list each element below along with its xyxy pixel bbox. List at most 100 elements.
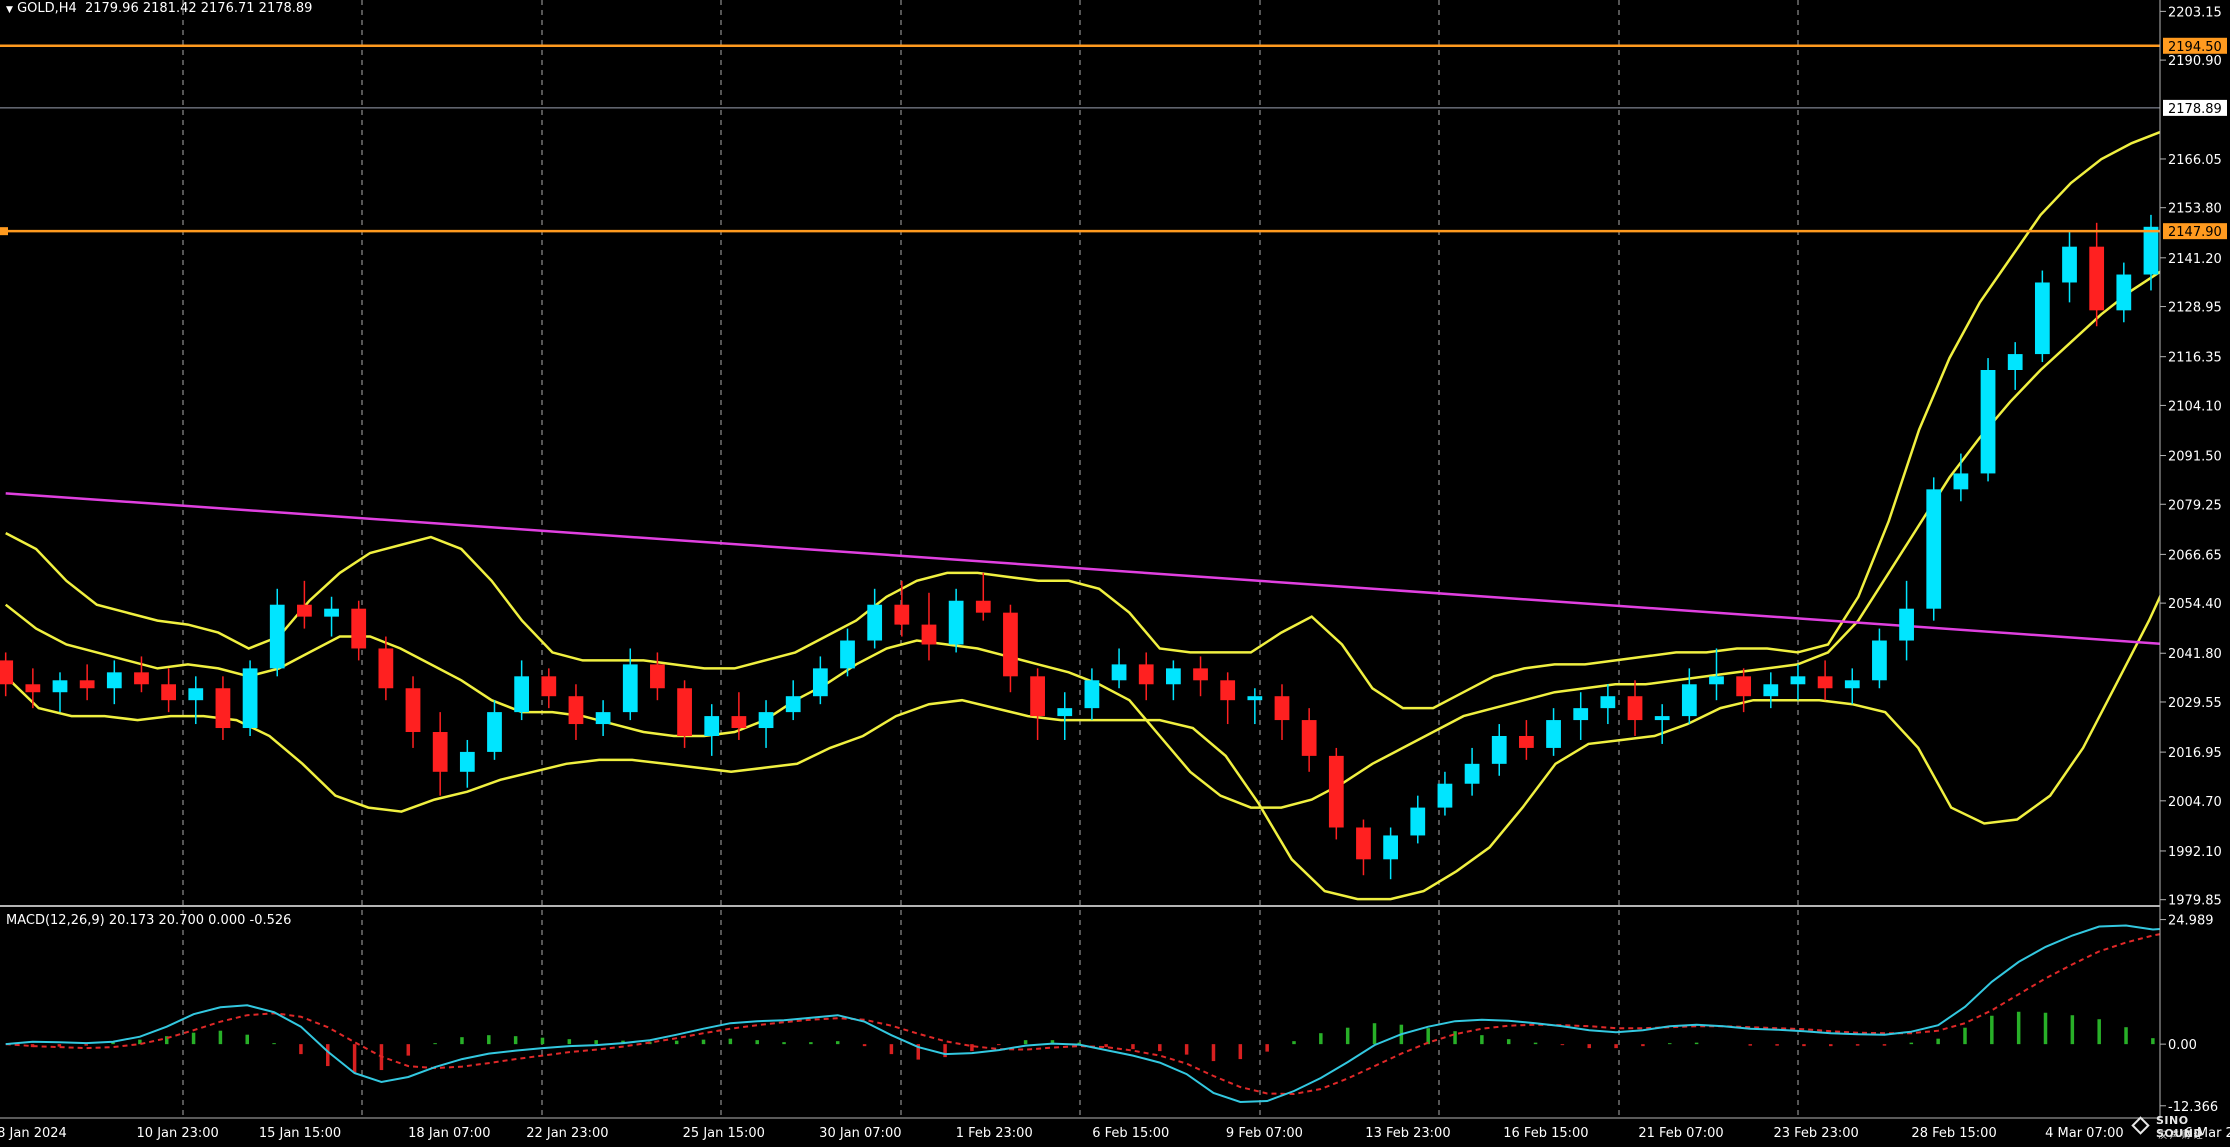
macd-tick-label: -12.366 (2168, 1100, 2218, 1115)
candle (1980, 358, 1996, 482)
candle-body (568, 696, 584, 725)
ohlc-close: 2178.89 (258, 1, 313, 16)
candle (1763, 672, 1779, 709)
level-handle (0, 227, 8, 236)
candle (975, 572, 991, 621)
candle (2007, 342, 2023, 390)
candle (568, 684, 584, 740)
candle (1491, 724, 1507, 776)
candle-body (921, 624, 937, 645)
candle (867, 588, 883, 649)
candle-body (704, 716, 720, 736)
ohlc-open: 2179.96 (84, 1, 139, 16)
candle-body (25, 684, 41, 693)
candle (921, 592, 937, 661)
price-tick-label: 2203.15 (2168, 5, 2222, 20)
candle (52, 672, 68, 713)
candle-body (1627, 696, 1643, 721)
candle (79, 664, 95, 701)
candle-body (812, 668, 828, 697)
candles (0, 147, 2230, 880)
candle-body (459, 751, 475, 772)
candle-body (785, 696, 801, 713)
candle (1328, 747, 1344, 840)
candle-body (1546, 720, 1561, 748)
candle-body (269, 604, 285, 669)
macd-tick-label: 24.989 (2168, 914, 2214, 929)
candle (1220, 672, 1236, 725)
candle-body (1301, 720, 1317, 756)
candle (161, 668, 177, 713)
candle (1464, 747, 1480, 796)
time-tick-label: 15 Jan 15:00 (259, 1126, 341, 1141)
candle (1057, 692, 1073, 740)
candle (2034, 270, 2050, 363)
time-tick-label: 18 Jan 07:00 (408, 1126, 490, 1141)
level-price-label: 2147.90 (2168, 225, 2222, 240)
candle (351, 600, 367, 661)
candle-body (731, 716, 747, 729)
watermark-logo-icon (2131, 1116, 2150, 1135)
price-tick-label: 2116.35 (2168, 351, 2222, 366)
candle (1410, 795, 1426, 844)
candle (1790, 664, 1806, 701)
candle (106, 660, 122, 705)
price-axis-background (2160, 0, 2230, 1147)
candle-body (242, 668, 258, 729)
candle (1899, 580, 1914, 661)
candle-body (378, 648, 394, 689)
candle-body (297, 604, 312, 617)
candle-body (1491, 735, 1507, 764)
candle (1926, 477, 1942, 621)
candle-body (948, 600, 964, 645)
current-price-label: 2178.89 (2168, 102, 2222, 117)
price-tick-label: 2128.95 (2168, 301, 2222, 316)
candle-body (1736, 676, 1752, 697)
time-tick-label: 1 Feb 23:00 (956, 1126, 1033, 1141)
candle-body (106, 672, 122, 689)
signal-value: 20.700 (158, 913, 205, 928)
candle (840, 628, 855, 677)
dropdown-triangle-icon[interactable]: ▼ (6, 5, 13, 15)
candle-body (1356, 827, 1371, 860)
ohlc-low: 2176.71 (200, 1, 255, 16)
candle (758, 700, 774, 748)
candle-body (1383, 835, 1399, 860)
candle-body (2089, 246, 2105, 311)
candle (324, 596, 339, 637)
price-tick-label: 2079.25 (2168, 498, 2222, 513)
candle-body (134, 672, 149, 685)
candle-body (758, 712, 774, 729)
candle-body (1763, 684, 1779, 697)
candle-body (351, 608, 367, 649)
candle (1301, 708, 1317, 772)
candle-body (1872, 640, 1887, 681)
price-tick-label: 2054.40 (2168, 597, 2222, 612)
candle-body (161, 684, 177, 701)
time-tick-label: 25 Jan 15:00 (683, 1126, 765, 1141)
candle-body (650, 664, 665, 689)
candle-body (2116, 274, 2132, 311)
candle (1736, 668, 1752, 713)
macd-label: MACD(12,26,9) (6, 913, 105, 928)
price-tick-label: 2166.05 (2168, 153, 2222, 168)
bollinger-middle-line (4, 230, 2230, 809)
candle-body (541, 676, 557, 697)
candle (1084, 668, 1100, 721)
time-tick-label: 23 Feb 23:00 (1773, 1126, 1858, 1141)
candle-body (1274, 696, 1290, 721)
candle-body (1003, 612, 1018, 677)
candle-body (1817, 676, 1833, 689)
candle (514, 660, 530, 721)
candle (2089, 222, 2105, 327)
candle-body (894, 604, 910, 625)
candle-body (1220, 680, 1236, 701)
candle-body (1247, 696, 1263, 701)
time-tick-label: 16 Feb 15:00 (1503, 1126, 1588, 1141)
candle-body (1464, 763, 1480, 784)
candle-body (595, 712, 611, 725)
signal-line (5, 923, 2230, 1096)
bollinger-bands (4, 108, 2230, 901)
candle (1600, 684, 1616, 725)
candle (1193, 656, 1208, 697)
